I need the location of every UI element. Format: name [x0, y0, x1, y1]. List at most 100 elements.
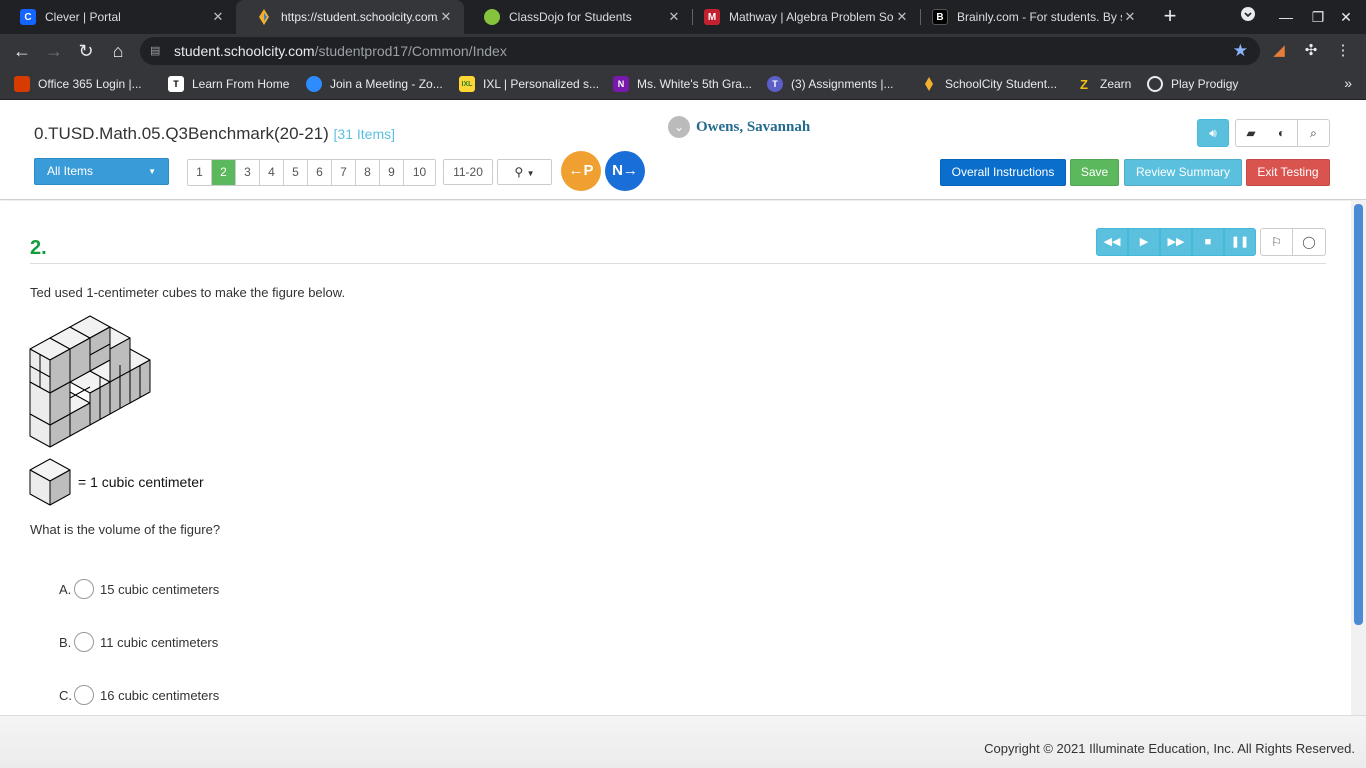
more-bookmarks-icon[interactable]: » — [1344, 75, 1352, 91]
item-count[interactable]: [31 Items] — [334, 126, 395, 142]
close-icon[interactable]: ✕ — [210, 9, 226, 25]
exit-testing-button[interactable]: Exit Testing — [1246, 159, 1330, 186]
pause-button[interactable]: ❚❚ — [1224, 228, 1256, 256]
fast-forward-button[interactable]: ▶▶ — [1160, 228, 1192, 256]
bookmark-prodigy[interactable]: Play Prodigy — [1147, 68, 1238, 100]
new-tab-button[interactable]: + — [1158, 5, 1182, 29]
bookmark-label: Learn From Home — [192, 77, 290, 91]
unit-cube-icon — [29, 458, 71, 506]
brainly-icon: B — [932, 9, 948, 25]
toolbox-button[interactable]: ▰ — [1235, 119, 1267, 147]
review-summary-button[interactable]: Review Summary — [1124, 159, 1242, 186]
tab-title: Mathway | Algebra Problem Solver — [729, 10, 894, 24]
bookmark-zearn[interactable]: Z Zearn — [1076, 68, 1131, 100]
bookmark-learn-from-home[interactable]: T Learn From Home — [168, 68, 289, 100]
bookmark-label: (3) Assignments |... — [791, 77, 894, 91]
answer-option-b[interactable]: B. 11 cubic centimeters — [59, 632, 218, 652]
scrollbar-thumb[interactable] — [1354, 204, 1363, 625]
reload-icon[interactable]: ↻ — [74, 39, 98, 63]
page-button-7[interactable]: 7 — [332, 160, 356, 185]
forward-icon[interactable]: → — [42, 39, 66, 63]
pause-icon: ❚❚ — [1230, 236, 1250, 248]
question-pager: 1 2 3 4 5 6 7 8 9 10 — [187, 159, 436, 186]
bookmark-ixl[interactable]: IXL IXL | Personalized s... — [459, 68, 599, 100]
play-button[interactable]: ▶ — [1128, 228, 1160, 256]
bookmark-office365[interactable]: Office 365 Login |... — [14, 68, 142, 100]
comment-button[interactable]: ◯ — [1293, 228, 1326, 256]
stop-button[interactable]: ■ — [1192, 228, 1224, 256]
page-button-8[interactable]: 8 — [356, 160, 380, 185]
all-items-dropdown[interactable]: All Items ▼ — [34, 158, 169, 185]
page-range-button[interactable]: 11-20 — [443, 159, 493, 185]
page-button-6[interactable]: 6 — [308, 160, 332, 185]
stop-icon: ■ — [1204, 236, 1212, 248]
radio-button[interactable] — [74, 632, 94, 652]
radio-button[interactable] — [74, 579, 94, 599]
extension-icon[interactable]: ◢ — [1270, 42, 1288, 60]
menu-kebab-icon[interactable]: ⋮ — [1334, 42, 1352, 60]
previous-button[interactable]: ←P — [561, 151, 601, 191]
answer-option-c[interactable]: C. 16 cubic centimeters — [59, 685, 219, 705]
page-button-4[interactable]: 4 — [260, 160, 284, 185]
site-info-icon[interactable]: ▤ — [150, 44, 164, 58]
chevron-down-icon[interactable]: ⌄ — [668, 116, 690, 138]
close-icon[interactable]: ✕ — [894, 9, 910, 25]
restore-icon[interactable]: ❐ — [1307, 6, 1329, 28]
bookmark-star-icon[interactable]: ★ — [1233, 41, 1248, 61]
fast-forward-icon: ▶▶ — [1167, 236, 1185, 248]
search-dropdown[interactable]: ⚲ ▼ — [497, 159, 552, 185]
page-button-9[interactable]: 9 — [380, 160, 404, 185]
flag-button[interactable]: ⚐ — [1260, 228, 1293, 256]
answer-option-a[interactable]: A. 15 cubic centimeters — [59, 579, 219, 599]
bookmark-ms-white[interactable]: N Ms. White's 5th Gra... — [613, 68, 752, 100]
schoolcity-icon — [921, 76, 937, 92]
tab-classdojo[interactable]: ClassDojo for Students ✕ — [464, 0, 692, 34]
close-icon[interactable]: ✕ — [666, 9, 682, 25]
back-icon[interactable]: ← — [10, 39, 34, 63]
page-button-2[interactable]: 2 — [212, 160, 236, 185]
close-icon[interactable]: ✕ — [438, 9, 454, 25]
browser-tab-strip: C Clever | Portal ✕ https://student.scho… — [0, 0, 1366, 34]
contrast-button[interactable]: ◐ — [1266, 119, 1298, 147]
close-window-icon[interactable]: ✕ — [1335, 6, 1357, 28]
home-icon[interactable]: ⌂ — [106, 39, 130, 63]
zoom-button[interactable]: ⌕ — [1298, 119, 1330, 147]
bookmark-schoolcity[interactable]: SchoolCity Student... — [921, 68, 1057, 100]
cube-figure — [28, 314, 154, 453]
tab-search-icon[interactable] — [1237, 6, 1259, 28]
next-button[interactable]: N→ — [605, 151, 645, 191]
overall-instructions-button[interactable]: Overall Instructions — [940, 159, 1066, 186]
page-button-5[interactable]: 5 — [284, 160, 308, 185]
schoolcity-icon — [256, 9, 272, 25]
extensions-puzzle-icon[interactable]: ✣ — [1302, 42, 1320, 60]
question-tools: ⚐ ◯ — [1260, 228, 1326, 256]
classdojo-icon — [484, 9, 500, 25]
student-menu[interactable]: ⌄ Owens, Savannah — [668, 116, 810, 138]
rewind-button[interactable]: ◀◀ — [1096, 228, 1128, 256]
page-button-1[interactable]: 1 — [188, 160, 212, 185]
next-label: N — [612, 162, 623, 179]
page-button-10[interactable]: 10 — [404, 160, 435, 185]
radio-button[interactable] — [74, 685, 94, 705]
caret-down-icon: ▼ — [526, 169, 535, 178]
scrollbar[interactable] — [1351, 201, 1366, 715]
all-items-label: All Items — [47, 164, 94, 178]
tab-mathway[interactable]: M Mathway | Algebra Problem Solver ✕ — [684, 0, 920, 34]
tab-schoolcity[interactable]: https://student.schoolcity.com/ ✕ — [236, 0, 464, 34]
page-button-3[interactable]: 3 — [236, 160, 260, 185]
close-icon[interactable]: ✕ — [1122, 9, 1138, 25]
address-bar[interactable]: ▤ student.schoolcity.com/studentprod17/C… — [140, 37, 1260, 65]
flag-icon: ⚐ — [1271, 235, 1282, 249]
tab-brainly[interactable]: B Brainly.com - For students. By student… — [912, 0, 1148, 34]
bookmark-zoom[interactable]: Join a Meeting - Zo... — [306, 68, 443, 100]
footer: Copyright © 2021 Illuminate Education, I… — [0, 715, 1366, 768]
audio-button[interactable]: 🔊︎ — [1197, 119, 1229, 147]
bookmark-assignments[interactable]: T (3) Assignments |... — [767, 68, 894, 100]
save-button[interactable]: Save — [1070, 159, 1119, 186]
unit-cube-legend: = 1 cubic centimeter — [28, 458, 204, 506]
legend-text: = 1 cubic centimeter — [78, 474, 204, 490]
minimize-icon[interactable]: — — [1275, 6, 1297, 28]
bookmark-label: Play Prodigy — [1171, 77, 1239, 91]
zearn-icon: Z — [1080, 76, 1088, 92]
tab-clever[interactable]: C Clever | Portal ✕ — [0, 0, 236, 34]
